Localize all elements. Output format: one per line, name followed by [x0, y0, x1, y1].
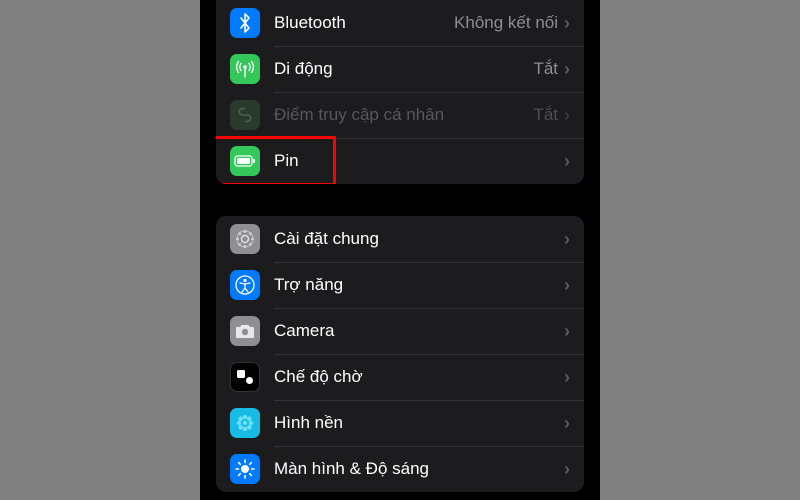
gear-icon: [230, 224, 260, 254]
accessibility-icon: [230, 270, 260, 300]
settings-row-battery[interactable]: Pin ›: [216, 138, 584, 184]
standby-icon: [230, 362, 260, 392]
settings-row-general[interactable]: Cài đặt chung ›: [216, 216, 584, 262]
settings-row-camera[interactable]: Camera ›: [216, 308, 584, 354]
chevron-right-icon: ›: [564, 105, 570, 126]
bluetooth-icon: [230, 8, 260, 38]
row-label: Hình nền: [274, 413, 564, 433]
settings-row-wallpaper[interactable]: Hình nền ›: [216, 400, 584, 446]
row-value: Tắt: [533, 59, 558, 79]
row-label: Di động: [274, 59, 533, 79]
chevron-right-icon: ›: [564, 275, 570, 296]
battery-icon: [230, 146, 260, 176]
row-label: Camera: [274, 321, 564, 341]
camera-icon: [230, 316, 260, 346]
settings-row-standby[interactable]: Chế độ chờ ›: [216, 354, 584, 400]
chevron-right-icon: ›: [564, 13, 570, 34]
settings-row-display-brightness[interactable]: Màn hình & Độ sáng ›: [216, 446, 584, 492]
row-value: Tắt: [533, 105, 558, 125]
chevron-right-icon: ›: [564, 59, 570, 80]
chevron-right-icon: ›: [564, 413, 570, 434]
settings-row-cellular[interactable]: Di động Tắt ›: [216, 46, 584, 92]
chevron-right-icon: ›: [564, 459, 570, 480]
settings-row-bluetooth[interactable]: Bluetooth Không kết nối ›: [216, 0, 584, 46]
chevron-right-icon: ›: [564, 229, 570, 250]
settings-screen: Bluetooth Không kết nối › Di động Tắt ›: [200, 0, 600, 500]
settings-group-network: Bluetooth Không kết nối › Di động Tắt ›: [216, 0, 584, 184]
link-icon: [230, 100, 260, 130]
wallpaper-icon: [230, 408, 260, 438]
row-label: Bluetooth: [274, 13, 454, 33]
chevron-right-icon: ›: [564, 367, 570, 388]
settings-group-general: Cài đặt chung › Trợ năng › Camera › Chế …: [216, 216, 584, 492]
row-label: Chế độ chờ: [274, 367, 564, 387]
row-label: Pin: [274, 151, 564, 171]
row-label: Điểm truy cập cá nhân: [274, 105, 533, 125]
row-value: Không kết nối: [454, 13, 558, 33]
antenna-icon: [230, 54, 260, 84]
settings-row-hotspot: Điểm truy cập cá nhân Tắt ›: [216, 92, 584, 138]
row-label: Cài đặt chung: [274, 229, 564, 249]
row-label: Trợ năng: [274, 275, 564, 295]
row-label: Màn hình & Độ sáng: [274, 459, 564, 479]
chevron-right-icon: ›: [564, 321, 570, 342]
brightness-icon: [230, 454, 260, 484]
chevron-right-icon: ›: [564, 151, 570, 172]
settings-row-accessibility[interactable]: Trợ năng ›: [216, 262, 584, 308]
